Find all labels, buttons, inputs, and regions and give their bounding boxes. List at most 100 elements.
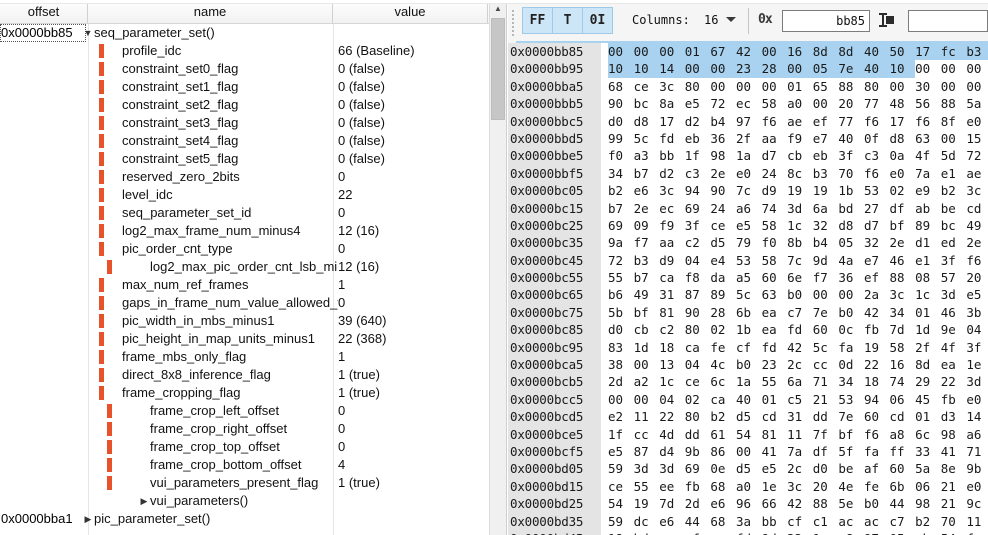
hex-byte[interactable]: 69 (685, 200, 711, 217)
hex-byte[interactable]: 50 (889, 43, 916, 61)
hex-byte[interactable]: 46 (890, 252, 916, 269)
hex-byte[interactable]: bc (941, 217, 967, 234)
hex-byte[interactable]: 32 (864, 234, 890, 251)
hex-byte[interactable]: d3 (941, 408, 967, 425)
hex-row-bytes[interactable]: 593d3d690ed5e52cd0beaf605a8e9b3d (601, 460, 988, 477)
hex-byte[interactable]: d0 (813, 460, 839, 477)
hex-byte[interactable]: 41 (762, 443, 788, 460)
hex-byte[interactable]: e6 (634, 182, 660, 199)
hex-byte[interactable]: eb (813, 147, 839, 164)
hex-byte[interactable]: 53 (736, 252, 762, 269)
tree-row[interactable]: level_idc 22 (0, 186, 490, 204)
hex-byte[interactable]: cc (634, 426, 660, 443)
hex-byte[interactable]: 2e (634, 200, 660, 217)
hex-row[interactable]: 0x0000bc75 5b bf 81 90 28 6b ea c7 7e b0 42 34 01 46 3b… (508, 303, 988, 322)
hex-row[interactable]: 0x0000bcb5 2d a2 1c ce 6c 1a 55 6a 71 34 18 74 29 22 3d… (508, 373, 988, 391)
hex-byte[interactable]: eb (685, 130, 711, 147)
hex-byte[interactable]: 36 (838, 269, 864, 286)
hex-byte[interactable]: 2c (787, 460, 813, 477)
hex-byte[interactable]: 28 (761, 60, 788, 78)
hex-byte[interactable]: 1c (659, 373, 685, 390)
hex-byte[interactable]: 3d (659, 460, 685, 477)
hex-byte[interactable]: 6a (813, 200, 839, 217)
hex-byte[interactable]: 27 (864, 200, 890, 217)
hex-byte[interactable]: ff (890, 443, 916, 460)
scrollbar-thumb[interactable] (491, 18, 505, 120)
hex-row-bytes[interactable]: 18bdcaafccfd9d221ce89705eb54fed8 (601, 530, 988, 535)
hex-byte[interactable]: f0 (762, 234, 788, 251)
hex-byte[interactable]: 81 (762, 426, 788, 443)
hex-byte[interactable]: 65 (813, 78, 839, 95)
hex-byte[interactable]: aa (762, 130, 788, 147)
hex-byte[interactable]: df (890, 200, 916, 217)
hex-byte[interactable]: 20 (838, 95, 864, 112)
hex-byte[interactable]: bf (634, 304, 660, 321)
hex-byte[interactable]: 74 (890, 373, 916, 390)
hex-byte[interactable]: 1e (762, 478, 788, 495)
hex-byte[interactable]: 60 (890, 460, 916, 477)
hex-byte[interactable]: 9d (813, 252, 839, 269)
hex-byte[interactable]: 32 (813, 217, 839, 234)
hex-byte[interactable]: 80 (685, 321, 711, 338)
hex-row[interactable]: 0x0000bd4518bdcaafccfd9d221ce89705eb54fe… (508, 529, 988, 535)
tree-expand-icon[interactable]: ▶ (82, 510, 94, 528)
tree-row[interactable]: constraint_set5_flag 0 (false) (0, 150, 490, 168)
hex-byte[interactable]: 68 (710, 478, 736, 495)
hex-row-bytes[interactable]: 1fcc4ddd615481117fbff6a86c98a633 (601, 426, 988, 443)
hex-byte[interactable]: ab (915, 200, 941, 217)
hex-byte[interactable]: ce (710, 217, 736, 234)
tree-row[interactable]: pic_width_in_mbs_minus1 39 (640) (0, 312, 490, 330)
hex-byte[interactable]: 21 (941, 478, 967, 495)
hex-byte[interactable]: 54 (608, 495, 634, 512)
hex-byte[interactable]: 0e (710, 460, 736, 477)
hex-byte[interactable]: 7c (736, 182, 762, 199)
hex-byte[interactable]: 89 (915, 217, 941, 234)
hex-byte[interactable]: ae (787, 113, 813, 130)
hex-byte[interactable]: 8a (659, 95, 685, 112)
hex-byte[interactable]: 98 (941, 426, 967, 443)
hex-byte[interactable]: ce (608, 478, 634, 495)
hex-byte[interactable]: f6 (864, 165, 890, 182)
hex-byte[interactable]: 4a (838, 252, 864, 269)
hex-byte[interactable]: 08 (915, 269, 941, 286)
hex-byte[interactable]: 00 (710, 60, 736, 78)
hex-byte[interactable]: a6 (966, 426, 988, 443)
hex-byte[interactable]: 71 (813, 373, 839, 390)
hex-byte[interactable]: bc (634, 95, 660, 112)
hex-byte[interactable]: b7 (634, 165, 660, 182)
hex-byte[interactable]: e0 (966, 391, 988, 408)
hex-row-bytes[interactable]: 6909f93fcee5581c32d8d7bf89bc4949 (601, 217, 988, 234)
offset-input[interactable]: bb85 (782, 10, 870, 32)
hex-byte[interactable]: 97 (736, 113, 762, 130)
hex-byte[interactable]: f0 (608, 147, 634, 164)
hex-byte[interactable]: ac (864, 513, 890, 530)
hex-byte[interactable]: ce (685, 373, 711, 390)
insert-cursor-icon[interactable] (879, 13, 894, 27)
hex-byte[interactable]: ef (864, 269, 890, 286)
hex-byte[interactable]: 21 (941, 495, 967, 512)
hex-byte[interactable]: fe (966, 530, 988, 535)
hex-row-bytes[interactable]: 9af7aac2d579f08bb405322ed1ed2e4a (601, 234, 988, 251)
hex-byte[interactable]: 3d (787, 200, 813, 217)
hex-byte[interactable]: bf (838, 426, 864, 443)
hex-byte[interactable]: 3a (736, 513, 762, 530)
hex-byte[interactable]: 61 (710, 426, 736, 443)
hex-byte[interactable]: 86 (710, 443, 736, 460)
hex-byte[interactable]: 49 (634, 286, 660, 303)
hex-byte[interactable]: d8 (890, 130, 916, 147)
hex-byte[interactable]: 22 (941, 373, 967, 390)
hex-byte[interactable]: 72 (608, 252, 634, 269)
hex-row-bytes[interactable]: b6493187895c63b000002a3c1c3de573 (601, 286, 988, 303)
tree-row[interactable]: constraint_set4_flag 0 (false) (0, 132, 490, 150)
hex-byte[interactable]: ce (634, 78, 660, 95)
hex-byte[interactable]: cf (736, 339, 762, 356)
hex-byte[interactable]: 22 (864, 356, 890, 373)
hex-byte[interactable]: 1e (966, 356, 988, 373)
hex-byte[interactable]: 42 (735, 43, 762, 61)
hex-byte[interactable]: e9 (915, 182, 941, 199)
hex-byte[interactable]: ea (941, 356, 967, 373)
hex-byte[interactable]: 5c (736, 286, 762, 303)
hex-byte[interactable]: 10 (633, 60, 660, 78)
hex-row[interactable]: 0x0000bd35 59 dc e6 44 68 3a bb cf c1 ac ac c7 b2 70 11… (508, 512, 988, 530)
hex-byte[interactable]: e0 (736, 165, 762, 182)
